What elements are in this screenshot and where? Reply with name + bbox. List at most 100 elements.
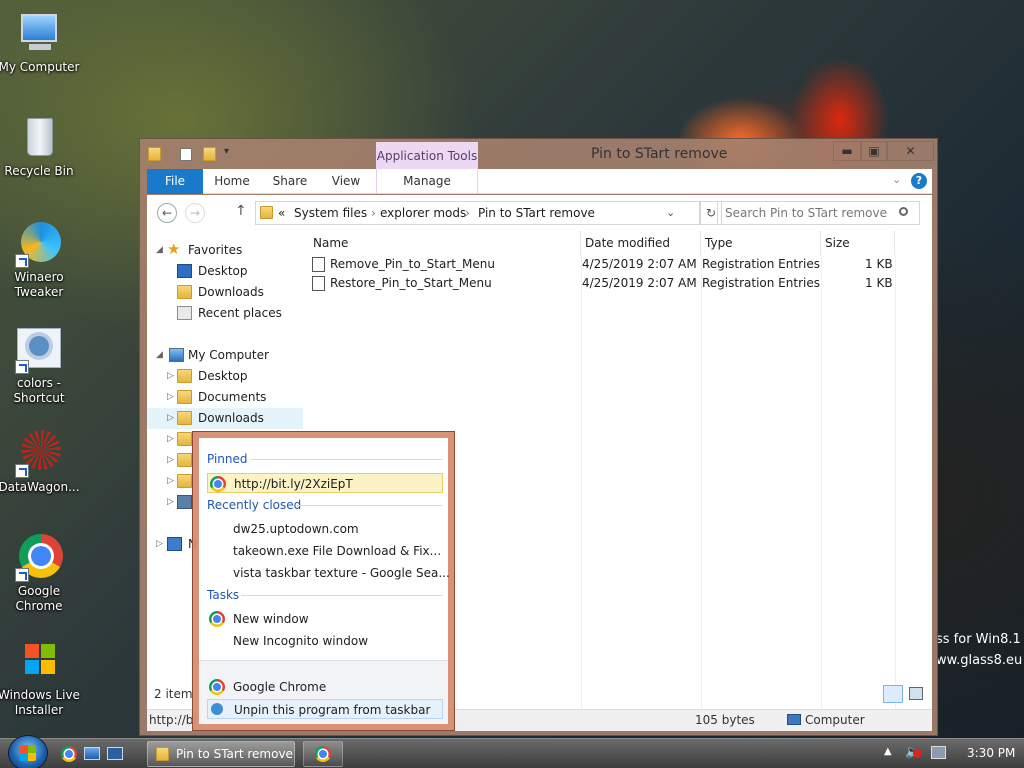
minimize-button[interactable]: ▬ — [833, 141, 861, 161]
clock[interactable]: 3:30 PM — [967, 746, 1015, 760]
breadcrumb-chevron-icon: › — [465, 206, 470, 220]
column-header-name[interactable]: Name — [309, 231, 581, 255]
collapsed-arrow-icon[interactable]: ▷ — [167, 408, 177, 429]
nav-fav-desktop[interactable]: Desktop — [147, 261, 305, 282]
computer-icon — [169, 348, 184, 362]
taskbar: Pin to STart remove ▲ 🔈 3:30 PM — [0, 735, 1024, 768]
chrome-icon — [209, 611, 225, 627]
jump-item-google-chrome[interactable]: Google Chrome — [207, 677, 443, 697]
jump-item-pinned[interactable]: http://bit.ly/2XziEpT — [207, 473, 443, 493]
desktop-icon-recycle-bin[interactable]: Recycle Bin — [0, 114, 81, 179]
address-dropdown-icon[interactable]: ⌄ — [666, 202, 675, 224]
desktop-watermark-line1: ss for Win8.1 — [936, 632, 1021, 647]
computer-icon — [15, 10, 63, 58]
back-button[interactable]: ← — [157, 203, 177, 223]
nav-fav-recent[interactable]: Recent places — [147, 303, 305, 324]
column-header-type[interactable]: Type — [701, 231, 821, 255]
column-header-size[interactable]: Size — [821, 231, 895, 255]
jump-item-new-window[interactable]: New window — [207, 609, 443, 629]
tab-file[interactable]: File — [147, 169, 203, 194]
desktop-watermark-line2: ww.glass8.eu — [936, 653, 1023, 668]
desktop-icon-label: Winaero Tweaker — [14, 270, 64, 299]
jump-item-recent[interactable]: takeown.exe File Download & Fix... — [207, 541, 443, 561]
show-hidden-icons-button[interactable]: ▲ — [884, 746, 892, 757]
nav-pc-desktop[interactable]: ▷ Desktop — [147, 366, 305, 387]
collapsed-arrow-icon[interactable]: ▷ — [167, 450, 177, 471]
desktop-icon-winaero[interactable]: Winaero Tweaker — [0, 220, 81, 300]
table-row[interactable]: Restore_Pin_to_Start_Menu 4/25/2019 2:07… — [305, 274, 895, 293]
new-folder-icon[interactable] — [203, 147, 216, 161]
ribbon-tabs: File Home Share View Manage ⌄ ? — [147, 169, 932, 194]
collapsed-arrow-icon[interactable]: ▷ — [156, 534, 166, 555]
breadcrumb-current[interactable]: Pin to STart remove — [478, 202, 595, 224]
nav-hidden-item[interactable]: ▷ — [147, 471, 197, 492]
star-icon: ★ — [167, 240, 181, 258]
nav-hidden-item[interactable]: ▷ — [147, 450, 197, 471]
file-date: 4/25/2019 2:07 AM — [582, 257, 697, 271]
qat-dropdown-icon[interactable]: ▾ — [224, 146, 229, 157]
taskbar-explorer-button[interactable]: Pin to STart remove — [147, 741, 295, 767]
jump-item-label: Google Chrome — [233, 680, 327, 694]
jump-item-recent[interactable]: dw25.uptodown.com — [207, 519, 443, 539]
nav-hidden-item[interactable]: ▷ — [147, 429, 197, 450]
nav-pc-downloads[interactable]: ▷ Downloads — [147, 408, 303, 429]
large-icons-view-button[interactable] — [909, 687, 923, 700]
tab-share[interactable]: Share — [265, 169, 315, 194]
winaero-icon — [15, 220, 63, 268]
close-button[interactable]: ✕ — [887, 141, 934, 161]
show-desktop-quicklaunch-icon[interactable] — [84, 747, 100, 760]
jump-item-unpin[interactable]: Unpin this program from taskbar — [207, 699, 443, 719]
tab-manage[interactable]: Manage — [376, 169, 478, 194]
details-view-button[interactable] — [883, 685, 903, 703]
jump-item-label: New window — [233, 612, 309, 626]
column-divider — [821, 255, 822, 713]
forward-button[interactable]: → — [185, 203, 205, 223]
table-row[interactable]: Remove_Pin_to_Start_Menu 4/25/2019 2:07 … — [305, 255, 895, 274]
desktop-icon-windows-live[interactable]: Windows Live Installer — [0, 638, 81, 718]
help-icon[interactable]: ? — [911, 173, 927, 189]
nav-favorites[interactable]: ◢ ★ Favorites — [147, 240, 305, 261]
taskbar-chrome-button[interactable] — [303, 741, 343, 767]
collapsed-arrow-icon[interactable]: ▷ — [167, 471, 177, 492]
expanded-arrow-icon[interactable]: ◢ — [156, 345, 166, 366]
nav-fav-downloads[interactable]: Downloads — [147, 282, 305, 303]
maximize-button[interactable]: ▣ — [861, 141, 887, 161]
jump-item-new-incognito[interactable]: New Incognito window — [207, 631, 443, 651]
jump-item-recent[interactable]: vista taskbar texture - Google Sea... — [207, 563, 450, 583]
nav-label: Desktop — [198, 264, 248, 278]
downloads-folder-icon — [177, 285, 192, 299]
desktop-icon-google-chrome[interactable]: Google Chrome — [0, 534, 81, 614]
volume-muted-icon[interactable]: 🔈 — [905, 745, 923, 761]
column-header-date[interactable]: Date modified — [581, 231, 701, 255]
address-bar[interactable]: « System files › explorer mods › Pin to … — [255, 201, 700, 225]
nav-my-computer[interactable]: ◢ My Computer — [147, 345, 305, 366]
nav-pc-documents[interactable]: ▷ Documents — [147, 387, 305, 408]
breadcrumb-explorer-mods[interactable]: explorer mods — [380, 202, 466, 224]
switch-windows-quicklaunch-icon[interactable] — [107, 747, 123, 760]
folder-icon — [177, 453, 192, 467]
folder-icon — [260, 206, 273, 219]
collapsed-arrow-icon[interactable]: ▷ — [167, 366, 177, 387]
collapsed-arrow-icon[interactable]: ▷ — [167, 492, 177, 513]
desktop-icon-my-computer[interactable]: My Computer — [0, 10, 81, 75]
search-input[interactable]: Search Pin to STart remove — [717, 201, 920, 225]
tab-view[interactable]: View — [321, 169, 371, 194]
network-status-icon[interactable] — [931, 746, 946, 759]
nav-network[interactable]: ▷ N — [147, 534, 197, 555]
tab-home[interactable]: Home — [207, 169, 257, 194]
desktop-icon-label: My Computer — [0, 60, 80, 74]
chrome-quicklaunch-icon[interactable] — [61, 746, 77, 762]
nav-label: Downloads — [198, 285, 264, 299]
nav-hidden-item[interactable]: ▷ — [147, 492, 197, 513]
nav-label: Recent places — [198, 306, 282, 320]
expanded-arrow-icon[interactable]: ◢ — [156, 240, 166, 261]
desktop-icon-datawagon[interactable]: DataWagon... — [0, 430, 81, 495]
properties-icon[interactable] — [180, 148, 192, 161]
collapsed-arrow-icon[interactable]: ▷ — [167, 429, 177, 450]
ribbon-expand-icon[interactable]: ⌄ — [892, 173, 901, 186]
desktop-icon-colors[interactable]: colors - Shortcut — [0, 326, 81, 406]
collapsed-arrow-icon[interactable]: ▷ — [167, 387, 177, 408]
registry-file-icon — [312, 276, 325, 291]
up-button[interactable]: ↑ — [235, 203, 247, 219]
breadcrumb-system-files[interactable]: System files — [294, 202, 367, 224]
